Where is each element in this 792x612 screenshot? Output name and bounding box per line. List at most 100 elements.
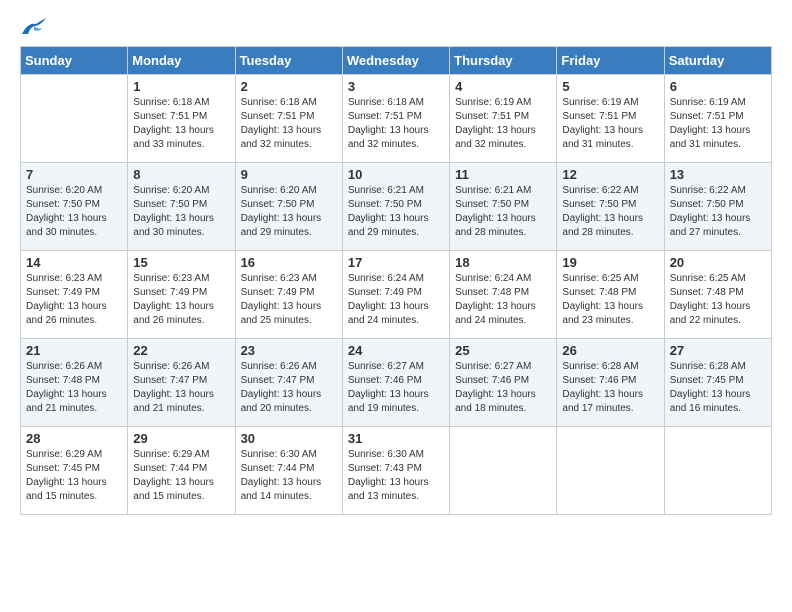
calendar-cell: 11 Sunrise: 6:21 AM Sunset: 7:50 PM Dayli… bbox=[450, 163, 557, 251]
calendar-week-2: 7 Sunrise: 6:20 AM Sunset: 7:50 PM Daylig… bbox=[21, 163, 772, 251]
day-number: 29 bbox=[133, 431, 229, 446]
calendar-cell: 18Sunrise: 6:24 AM Sunset: 7:48 PM Dayli… bbox=[450, 251, 557, 339]
day-number: 4 bbox=[455, 79, 551, 94]
calendar-cell: 10 Sunrise: 6:21 AM Sunset: 7:50 PM Dayli… bbox=[342, 163, 449, 251]
day-number: 17 bbox=[348, 255, 444, 270]
day-info: Sunrise: 6:25 AM Sunset: 7:48 PM Dayligh… bbox=[562, 272, 658, 328]
day-info: Sunrise: 6:20 AM Sunset: 7:50 PM Dayligh… bbox=[26, 184, 122, 240]
day-info: Sunrise: 6:18 AM Sunset: 7:51 PM Dayligh… bbox=[348, 96, 444, 152]
calendar-week-3: 14 Sunrise: 6:23 AM Sunset: 7:49 PM Dayli… bbox=[21, 251, 772, 339]
day-info: Sunrise: 6:23 AM Sunset: 7:49 PM Dayligh… bbox=[26, 272, 122, 328]
day-number: 30 bbox=[241, 431, 337, 446]
day-number: 18 bbox=[455, 255, 551, 270]
day-info: Sunrise: 6:20 AM Sunset: 7:50 PM Dayligh… bbox=[241, 184, 337, 240]
day-info: Sunrise: 6:22 AM Sunset: 7:50 PM Dayligh… bbox=[670, 184, 766, 240]
day-number: 7 bbox=[26, 167, 122, 182]
day-info: Sunrise: 6:28 AM Sunset: 7:46 PM Dayligh… bbox=[562, 360, 658, 416]
day-number: 12 bbox=[562, 167, 658, 182]
day-info: Sunrise: 6:19 AM Sunset: 7:51 PM Dayligh… bbox=[455, 96, 551, 152]
day-number: 2 bbox=[241, 79, 337, 94]
day-info: Sunrise: 6:21 AM Sunset: 7:50 PM Dayligh… bbox=[455, 184, 551, 240]
calendar-cell: 22 Sunrise: 6:26 AM Sunset: 7:47 PM Dayli… bbox=[128, 339, 235, 427]
day-info: Sunrise: 6:23 AM Sunset: 7:49 PM Dayligh… bbox=[241, 272, 337, 328]
calendar-cell: 14 Sunrise: 6:23 AM Sunset: 7:49 PM Dayli… bbox=[21, 251, 128, 339]
day-info: Sunrise: 6:25 AM Sunset: 7:48 PM Dayligh… bbox=[670, 272, 766, 328]
day-info: Sunrise: 6:22 AM Sunset: 7:50 PM Dayligh… bbox=[562, 184, 658, 240]
col-header-saturday: Saturday bbox=[664, 47, 771, 75]
day-number: 6 bbox=[670, 79, 766, 94]
day-number: 11 bbox=[455, 167, 551, 182]
calendar-week-4: 21Sunrise: 6:26 AM Sunset: 7:48 PM Dayli… bbox=[21, 339, 772, 427]
logo-icon bbox=[20, 16, 48, 38]
col-header-wednesday: Wednesday bbox=[342, 47, 449, 75]
calendar-cell bbox=[557, 427, 664, 515]
day-number: 25 bbox=[455, 343, 551, 358]
calendar-cell: 15Sunrise: 6:23 AM Sunset: 7:49 PM Dayli… bbox=[128, 251, 235, 339]
day-number: 10 bbox=[348, 167, 444, 182]
day-number: 27 bbox=[670, 343, 766, 358]
day-number: 31 bbox=[348, 431, 444, 446]
calendar-cell: 24 Sunrise: 6:27 AM Sunset: 7:46 PM Dayli… bbox=[342, 339, 449, 427]
calendar-week-5: 28 Sunrise: 6:29 AM Sunset: 7:45 PM Dayli… bbox=[21, 427, 772, 515]
day-info: Sunrise: 6:18 AM Sunset: 7:51 PM Dayligh… bbox=[241, 96, 337, 152]
calendar-cell: 9Sunrise: 6:20 AM Sunset: 7:50 PM Daylig… bbox=[235, 163, 342, 251]
day-info: Sunrise: 6:28 AM Sunset: 7:45 PM Dayligh… bbox=[670, 360, 766, 416]
day-number: 1 bbox=[133, 79, 229, 94]
calendar-cell: 19 Sunrise: 6:25 AM Sunset: 7:48 PM Dayli… bbox=[557, 251, 664, 339]
day-info: Sunrise: 6:26 AM Sunset: 7:47 PM Dayligh… bbox=[241, 360, 337, 416]
calendar-cell: 26 Sunrise: 6:28 AM Sunset: 7:46 PM Dayli… bbox=[557, 339, 664, 427]
day-info: Sunrise: 6:20 AM Sunset: 7:50 PM Dayligh… bbox=[133, 184, 229, 240]
day-info: Sunrise: 6:26 AM Sunset: 7:47 PM Dayligh… bbox=[133, 360, 229, 416]
day-number: 19 bbox=[562, 255, 658, 270]
calendar-cell: 16 Sunrise: 6:23 AM Sunset: 7:49 PM Dayli… bbox=[235, 251, 342, 339]
day-number: 3 bbox=[348, 79, 444, 94]
calendar-cell bbox=[450, 427, 557, 515]
calendar-cell: 4 Sunrise: 6:19 AM Sunset: 7:51 PM Daylig… bbox=[450, 75, 557, 163]
day-number: 16 bbox=[241, 255, 337, 270]
day-info: Sunrise: 6:26 AM Sunset: 7:48 PM Dayligh… bbox=[26, 360, 122, 416]
day-info: Sunrise: 6:29 AM Sunset: 7:44 PM Dayligh… bbox=[133, 448, 229, 504]
calendar-cell: 8Sunrise: 6:20 AM Sunset: 7:50 PM Daylig… bbox=[128, 163, 235, 251]
calendar-cell: 12 Sunrise: 6:22 AM Sunset: 7:50 PM Dayli… bbox=[557, 163, 664, 251]
calendar-week-1: 1 Sunrise: 6:18 AM Sunset: 7:51 PM Daylig… bbox=[21, 75, 772, 163]
col-header-thursday: Thursday bbox=[450, 47, 557, 75]
calendar-cell bbox=[21, 75, 128, 163]
calendar-cell: 13 Sunrise: 6:22 AM Sunset: 7:50 PM Dayli… bbox=[664, 163, 771, 251]
logo bbox=[20, 16, 52, 38]
day-number: 5 bbox=[562, 79, 658, 94]
calendar-cell: 3 Sunrise: 6:18 AM Sunset: 7:51 PM Daylig… bbox=[342, 75, 449, 163]
calendar-cell: 17 Sunrise: 6:24 AM Sunset: 7:49 PM Dayli… bbox=[342, 251, 449, 339]
day-info: Sunrise: 6:27 AM Sunset: 7:46 PM Dayligh… bbox=[348, 360, 444, 416]
col-header-monday: Monday bbox=[128, 47, 235, 75]
calendar-cell: 25Sunrise: 6:27 AM Sunset: 7:46 PM Dayli… bbox=[450, 339, 557, 427]
day-number: 22 bbox=[133, 343, 229, 358]
day-info: Sunrise: 6:19 AM Sunset: 7:51 PM Dayligh… bbox=[562, 96, 658, 152]
day-number: 14 bbox=[26, 255, 122, 270]
day-number: 24 bbox=[348, 343, 444, 358]
day-info: Sunrise: 6:30 AM Sunset: 7:43 PM Dayligh… bbox=[348, 448, 444, 504]
day-number: 26 bbox=[562, 343, 658, 358]
calendar-cell: 1Sunrise: 6:18 AM Sunset: 7:51 PM Daylig… bbox=[128, 75, 235, 163]
calendar-cell: 31 Sunrise: 6:30 AM Sunset: 7:43 PM Dayli… bbox=[342, 427, 449, 515]
day-info: Sunrise: 6:29 AM Sunset: 7:45 PM Dayligh… bbox=[26, 448, 122, 504]
day-number: 23 bbox=[241, 343, 337, 358]
calendar-cell: 21Sunrise: 6:26 AM Sunset: 7:48 PM Dayli… bbox=[21, 339, 128, 427]
calendar-cell: 2 Sunrise: 6:18 AM Sunset: 7:51 PM Daylig… bbox=[235, 75, 342, 163]
calendar-cell: 20 Sunrise: 6:25 AM Sunset: 7:48 PM Dayli… bbox=[664, 251, 771, 339]
page-header bbox=[20, 16, 772, 38]
day-number: 28 bbox=[26, 431, 122, 446]
calendar-cell: 5 Sunrise: 6:19 AM Sunset: 7:51 PM Daylig… bbox=[557, 75, 664, 163]
day-number: 13 bbox=[670, 167, 766, 182]
col-header-tuesday: Tuesday bbox=[235, 47, 342, 75]
day-info: Sunrise: 6:24 AM Sunset: 7:49 PM Dayligh… bbox=[348, 272, 444, 328]
calendar-cell: 6 Sunrise: 6:19 AM Sunset: 7:51 PM Daylig… bbox=[664, 75, 771, 163]
calendar-cell: 28 Sunrise: 6:29 AM Sunset: 7:45 PM Dayli… bbox=[21, 427, 128, 515]
day-info: Sunrise: 6:30 AM Sunset: 7:44 PM Dayligh… bbox=[241, 448, 337, 504]
day-info: Sunrise: 6:21 AM Sunset: 7:50 PM Dayligh… bbox=[348, 184, 444, 240]
day-info: Sunrise: 6:23 AM Sunset: 7:49 PM Dayligh… bbox=[133, 272, 229, 328]
day-number: 20 bbox=[670, 255, 766, 270]
day-info: Sunrise: 6:19 AM Sunset: 7:51 PM Dayligh… bbox=[670, 96, 766, 152]
calendar-cell bbox=[664, 427, 771, 515]
col-header-sunday: Sunday bbox=[21, 47, 128, 75]
calendar-cell: 7 Sunrise: 6:20 AM Sunset: 7:50 PM Daylig… bbox=[21, 163, 128, 251]
